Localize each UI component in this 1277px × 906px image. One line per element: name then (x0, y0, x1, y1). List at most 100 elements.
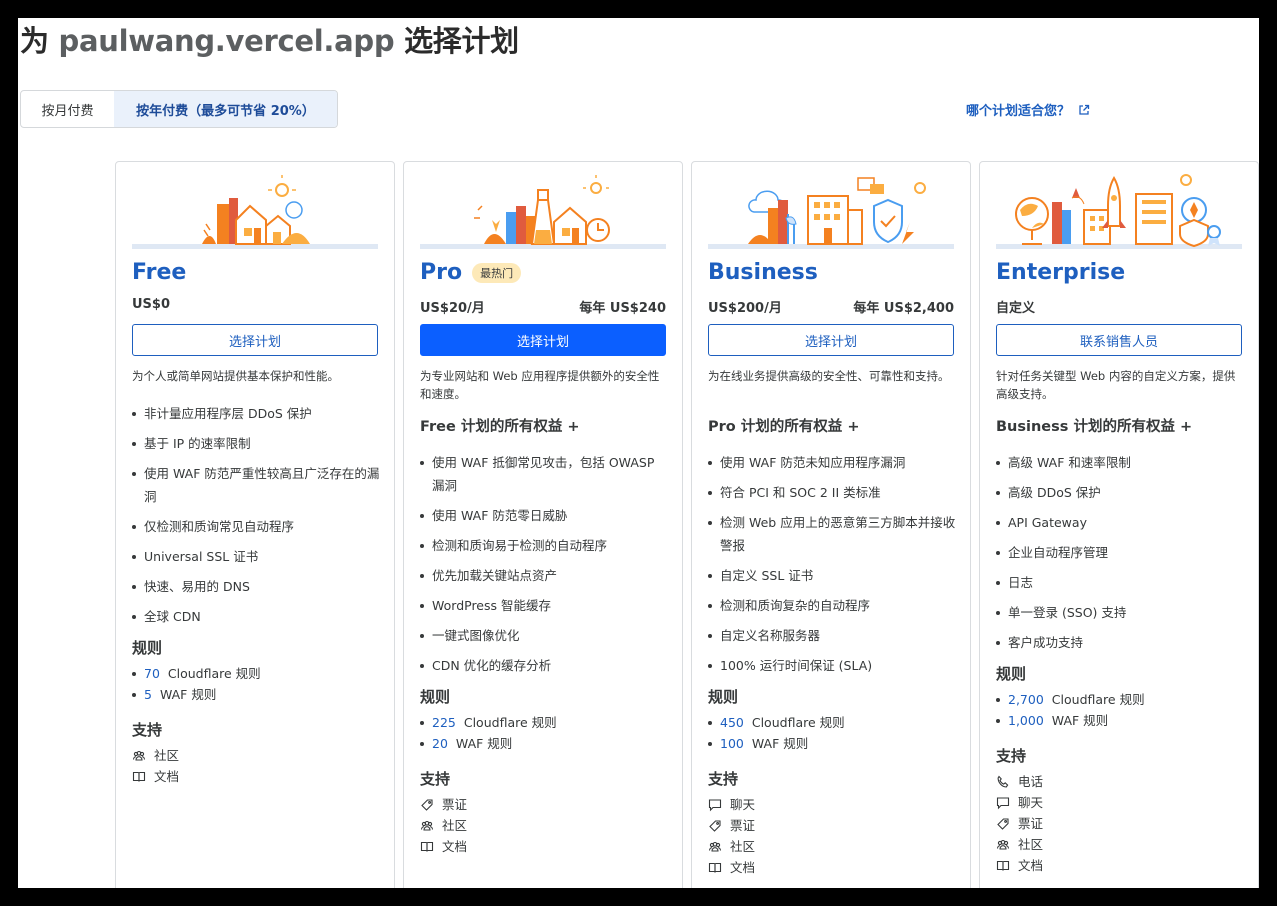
rule-label: WAF 规则 (751, 736, 809, 751)
plan-illustration-icon (132, 175, 378, 249)
billing-monthly-option[interactable]: 按月付费 (21, 91, 114, 127)
plan-illustration-icon (996, 174, 1242, 249)
which-plan-link[interactable]: 哪个计划适合您？ (966, 100, 1090, 119)
plan-name: Business (708, 260, 818, 285)
price-row: US$20/月 每年 US$240 (420, 297, 666, 316)
support-list: 聊天 票证 社区 文档 (708, 794, 755, 878)
rule-count: 5 (144, 687, 152, 702)
rule-label: Cloudflare 规则 (751, 715, 845, 730)
feature-item: 仅检测和质询常见自动程序 (132, 515, 382, 538)
support-label: 文档 (442, 839, 468, 854)
page-title: 为 paulwang.vercel.app 选择计划 (20, 18, 519, 60)
support-item: 文档 (996, 855, 1043, 876)
contact-sales-button[interactable]: 联系销售人员 (996, 324, 1242, 356)
select-plan-button[interactable]: 选择计划 (708, 324, 954, 356)
feature-item: 企业自动程序管理 (996, 541, 1246, 564)
plan-card-pro: Pro 最热门 US$20/月 每年 US$240 选择计划为专业网站和 Web 应用程… (403, 161, 683, 888)
plan-name: Enterprise (996, 260, 1125, 285)
feature-item: 使用 WAF 防范未知应用程序漏洞 (708, 451, 958, 474)
plan-card-business: Business US$200/月 每年 US$2,400 选择计划 为在线业务提供高级… (691, 161, 971, 888)
docs-icon (420, 841, 434, 852)
support-item: 票证 (420, 794, 467, 815)
plan-description: 为个人或简单网站提供基本保护和性能。 (132, 369, 339, 383)
ticket-icon (709, 819, 721, 832)
feature-item: 使用 WAF 防范严重性较高且广泛存在的漏洞 (132, 462, 382, 508)
plan-name: Pro 最热门 (420, 260, 522, 285)
plan-price: 自定义 (996, 301, 1036, 316)
support-label: 聊天 (1018, 795, 1044, 810)
rule-label: WAF 规则 (1051, 713, 1109, 728)
feature-item: 自定义 SSL 证书 (708, 564, 958, 587)
rule-label: Cloudflare 规则 (1051, 692, 1145, 707)
support-item: 电话 (996, 771, 1043, 792)
feature-item: 使用 WAF 防范零日威胁 (420, 504, 670, 527)
rule-item: 2,700 Cloudflare 规则 (996, 689, 1145, 710)
support-item: 票证 (708, 815, 755, 836)
support-heading: 支持 (132, 721, 163, 739)
feature-item: 客户成功支持 (996, 631, 1246, 654)
community-icon (132, 750, 146, 761)
popular-badge: 最热门 (472, 262, 522, 283)
support-item: 聊天 (996, 792, 1043, 813)
feature-item: 检测 Web 应用上的恶意第三方脚本并接收警报 (708, 511, 958, 557)
support-label: 社区 (154, 748, 180, 763)
price-row: 自定义 (996, 297, 1242, 316)
plan-yearly-price: 每年 US$240 (579, 301, 666, 316)
phone-icon (997, 775, 1009, 788)
price-row: US$200/月 每年 US$2,400 (708, 297, 954, 316)
plan-description: 针对任务关键型 Web 内容的自定义方案，提供高级支持。 (996, 369, 1236, 401)
feature-item: 检测和质询易于检测的自动程序 (420, 534, 670, 557)
billing-period-toggle: 按月付费 按年付费（最多可节省 20%） (20, 90, 338, 128)
support-item: 社区 (708, 836, 755, 857)
select-plan-button[interactable]: 选择计划 (420, 324, 666, 356)
page-title-suffix: 选择计划 (404, 24, 519, 58)
feature-item: CDN 优化的缓存分析 (420, 654, 670, 677)
feature-item: Universal SSL 证书 (132, 545, 382, 568)
includes-previous-plan: Free 计划的所有权益 + (420, 419, 580, 435)
which-plan-label: 哪个计划适合您？ (966, 104, 1071, 119)
ticket-icon (997, 817, 1009, 830)
rule-count: 225 (432, 715, 456, 730)
select-plan-button[interactable]: 选择计划 (132, 324, 378, 356)
rules-list: 70 Cloudflare 规则 5 WAF 规则 (132, 663, 261, 705)
feature-item: WordPress 智能缓存 (420, 594, 670, 617)
feature-item: 一键式图像优化 (420, 624, 670, 647)
includes-previous-plan: Pro 计划的所有权益 + (708, 419, 860, 435)
rules-heading: 规则 (132, 639, 163, 657)
docs-icon (708, 862, 722, 873)
rule-item: 70 Cloudflare 规则 (132, 663, 261, 684)
feature-item: 日志 (996, 571, 1246, 594)
support-heading: 支持 (708, 770, 739, 788)
support-label: 社区 (442, 818, 468, 833)
support-label: 电话 (1018, 774, 1044, 789)
support-label: 票证 (442, 797, 468, 812)
feature-item: 检测和质询复杂的自动程序 (708, 594, 958, 617)
page-title-domain: paulwang.vercel.app (58, 24, 395, 58)
docs-icon (132, 771, 146, 782)
billing-yearly-option[interactable]: 按年付费（最多可节省 20%） (114, 91, 337, 127)
feature-item: 快速、易用的 DNS (132, 575, 382, 598)
support-list: 电话 聊天 票证 社区 文档 (996, 771, 1043, 876)
rule-item: 5 WAF 规则 (132, 684, 261, 705)
feature-list: 非计量应用程序层 DDoS 保护 基于 IP 的速率限制 使用 WAF 防范严重性较… (132, 402, 382, 635)
support-item: 文档 (132, 766, 179, 787)
feature-item: 全球 CDN (132, 605, 382, 628)
rule-count: 2,700 (1008, 692, 1044, 707)
rules-heading: 规则 (996, 665, 1027, 683)
rule-count: 100 (720, 736, 744, 751)
feature-item: API Gateway (996, 511, 1246, 534)
support-heading: 支持 (996, 747, 1027, 765)
plan-description: 为专业网站和 Web 应用程序提供额外的安全性和速度。 (420, 369, 660, 401)
plan-price: US$200/月 (708, 301, 782, 316)
plan-name-text: Pro (420, 260, 463, 285)
feature-list: 使用 WAF 防范未知应用程序漏洞 符合 PCI 和 SOC 2 II 类标准 检测… (708, 451, 958, 684)
feature-item: 符合 PCI 和 SOC 2 II 类标准 (708, 481, 958, 504)
feature-item: 高级 DDoS 保护 (996, 481, 1246, 504)
rule-count: 1,000 (1008, 713, 1044, 728)
feature-item: 使用 WAF 抵御常见攻击，包括 OWASP 漏洞 (420, 451, 670, 497)
price-row: US$0 (132, 297, 378, 312)
plan-name-text: Enterprise (996, 260, 1126, 285)
page-title-prefix: 为 (20, 24, 49, 58)
feature-item: 基于 IP 的速率限制 (132, 432, 382, 455)
support-item: 文档 (708, 857, 755, 878)
